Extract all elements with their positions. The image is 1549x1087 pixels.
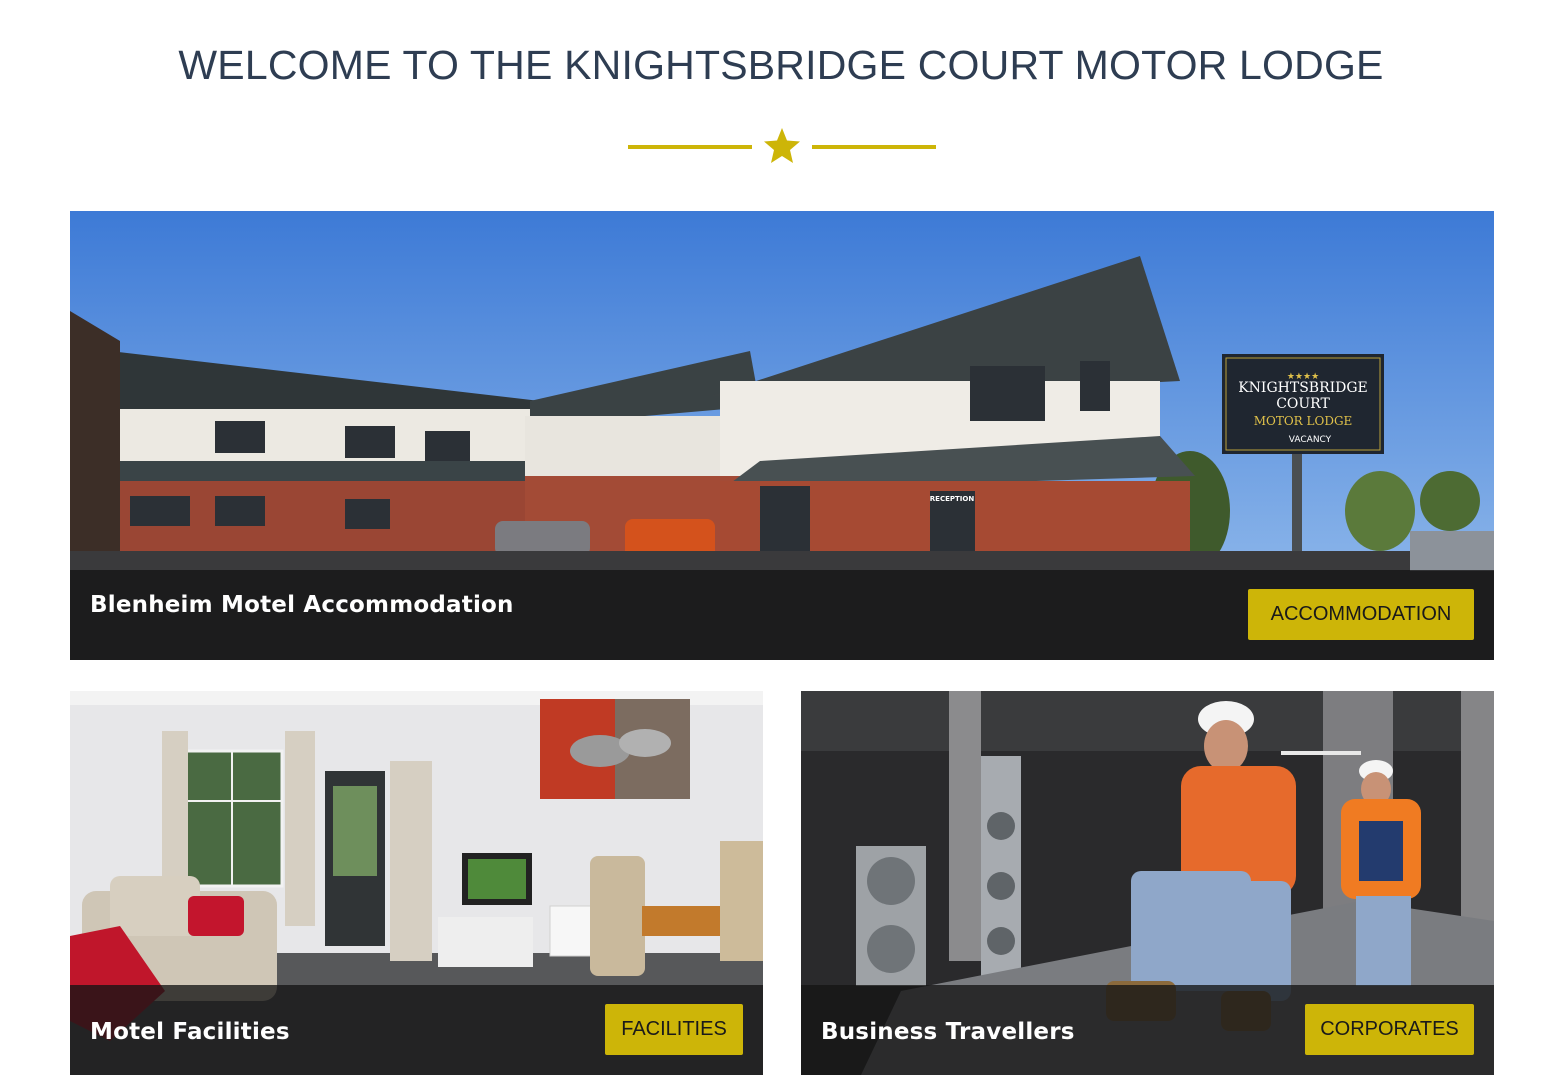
- facilities-card[interactable]: Motel Facilities FACILITIES: [70, 691, 763, 1075]
- sign-line3: MOTOR LODGE: [1254, 414, 1353, 428]
- star-icon: [764, 128, 800, 163]
- card-label: Business Travellers: [821, 1019, 1075, 1045]
- title-divider: [628, 126, 936, 166]
- accommodation-card[interactable]: ★★★★ KNIGHTSBRIDGE COURT MOTOR LODGE VAC…: [70, 211, 1494, 660]
- divider-line-left: [628, 145, 752, 149]
- accommodation-button[interactable]: ACCOMMODATION: [1248, 589, 1474, 640]
- business-card[interactable]: Business Travellers CORPORATES: [801, 691, 1494, 1075]
- card-label: Blenheim Motel Accommodation: [90, 592, 514, 618]
- card-label: Motel Facilities: [90, 1019, 290, 1045]
- facilities-button[interactable]: FACILITIES: [605, 1004, 743, 1055]
- corporates-button[interactable]: CORPORATES: [1305, 1004, 1474, 1055]
- sign-line1: KNIGHTSBRIDGE: [1238, 380, 1368, 396]
- page-title: WELCOME TO THE KNIGHTSBRIDGE COURT MOTOR…: [178, 42, 1384, 88]
- sign-line4: VACANCY: [1289, 435, 1332, 445]
- reception-sign: RECEPTION: [930, 495, 975, 503]
- divider-line-right: [812, 145, 936, 149]
- sign-line2: COURT: [1276, 396, 1330, 412]
